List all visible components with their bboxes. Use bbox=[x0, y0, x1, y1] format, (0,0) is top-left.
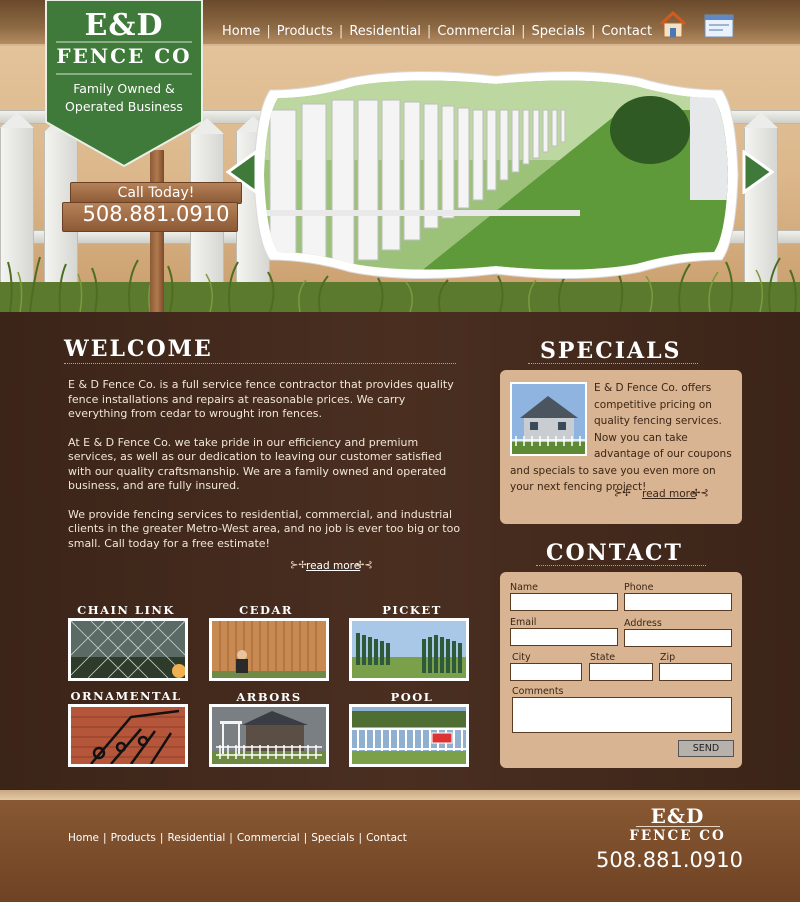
specials-ornament-right-icon: ✢⊰ bbox=[692, 488, 709, 499]
footer-nav-separator: | bbox=[159, 832, 164, 844]
cedar-fence-image bbox=[212, 621, 326, 678]
category-title-chain-link: CHAIN LINK bbox=[77, 603, 175, 617]
comments-textarea[interactable] bbox=[512, 697, 732, 733]
comments-label: Comments bbox=[512, 686, 564, 697]
header-phone-number[interactable]: 508.881.0910 bbox=[70, 202, 242, 226]
nav-separator: | bbox=[266, 24, 271, 39]
logo-tagline: Family Owned & Operated Business bbox=[65, 81, 183, 114]
picket-fence-image bbox=[352, 621, 466, 678]
envelope-icon[interactable] bbox=[704, 14, 734, 38]
footer-phone-number[interactable]: 508.881.0910 bbox=[596, 848, 743, 872]
footer-nav-separator: | bbox=[103, 832, 107, 844]
call-today-label: Call Today! bbox=[117, 185, 195, 201]
ornament-left-icon: ⊱✢ bbox=[290, 560, 307, 571]
footer-nav-commercial[interactable]: Commercial bbox=[237, 832, 300, 844]
category-title-arbors: ARBORS bbox=[236, 690, 302, 704]
nav-separator: | bbox=[426, 24, 432, 39]
slider-next-arrow-icon[interactable] bbox=[740, 150, 774, 194]
nav-specials[interactable]: Specials bbox=[531, 24, 585, 39]
phone-label: Phone bbox=[624, 582, 654, 593]
state-input[interactable] bbox=[589, 663, 653, 681]
footer-logo-divider bbox=[636, 826, 720, 827]
welcome-paragraph-2: At E & D Fence Co. we take pride in our … bbox=[68, 435, 447, 493]
hero-header: Call Today! 508.881.0910 E&D FENCE CO Fa… bbox=[0, 0, 800, 312]
address-label: Address bbox=[624, 618, 662, 629]
welcome-body: E & D Fence Co. is a full service fence … bbox=[68, 378, 468, 565]
chain-link-image bbox=[71, 621, 185, 678]
name-input[interactable] bbox=[510, 593, 618, 611]
arbor-image bbox=[212, 707, 326, 764]
footer-nav-home[interactable]: Home bbox=[68, 832, 99, 844]
footer-logo-line-1: E&D bbox=[650, 804, 705, 828]
category-thumb-pool[interactable] bbox=[349, 704, 469, 767]
specials-heading: SPECIALS bbox=[540, 338, 682, 364]
nav-separator: | bbox=[591, 24, 596, 39]
footer-nav-separator: | bbox=[229, 832, 233, 844]
ornamental-fence-image bbox=[71, 707, 185, 764]
footer-nav-specials[interactable]: Specials bbox=[311, 832, 354, 844]
nav-home[interactable]: Home bbox=[222, 24, 260, 39]
specials-divider bbox=[528, 363, 698, 364]
call-today-sign: Call Today! 508.881.0910 bbox=[60, 150, 242, 312]
category-title-pool: POOL bbox=[390, 690, 434, 704]
logo-badge[interactable]: E&D FENCE CO Family Owned & Operated Bus… bbox=[44, 0, 204, 168]
welcome-paragraph-1: E & D Fence Co. is a full service fence … bbox=[68, 378, 454, 420]
logo-line-2: FENCE CO bbox=[56, 44, 192, 68]
nav-residential[interactable]: Residential bbox=[349, 24, 421, 39]
city-input[interactable] bbox=[510, 663, 582, 681]
ornament-right-icon: ✢⊰ bbox=[356, 560, 373, 571]
house-icon[interactable] bbox=[658, 10, 688, 40]
welcome-divider bbox=[64, 363, 456, 364]
contact-heading: CONTACT bbox=[546, 540, 683, 566]
nav-products[interactable]: Products bbox=[277, 24, 333, 39]
category-thumb-ornamental[interactable] bbox=[68, 704, 188, 767]
footer-nav-contact[interactable]: Contact bbox=[366, 832, 407, 844]
footer-logo-line-2: FENCE CO bbox=[629, 828, 726, 844]
category-thumb-arbors[interactable] bbox=[209, 704, 329, 767]
main-content: WELCOME E & D Fence Co. is a full servic… bbox=[0, 312, 800, 790]
welcome-paragraph-3: We provide fencing services to residenti… bbox=[68, 507, 461, 550]
specials-ornament-left-icon: ⊱✢ bbox=[614, 488, 631, 499]
welcome-heading: WELCOME bbox=[64, 336, 213, 362]
category-thumb-chain-link[interactable] bbox=[68, 618, 188, 681]
state-label: State bbox=[590, 652, 616, 663]
specials-read-more-link[interactable]: read more bbox=[642, 488, 696, 500]
email-input[interactable] bbox=[510, 628, 618, 646]
email-label: Email bbox=[510, 617, 537, 628]
address-input[interactable] bbox=[624, 629, 732, 647]
category-thumb-cedar[interactable] bbox=[209, 618, 329, 681]
city-label: City bbox=[512, 652, 531, 663]
nav-separator: | bbox=[521, 24, 526, 39]
footer-top-band bbox=[0, 790, 800, 800]
text-indent bbox=[510, 380, 594, 460]
logo-line-1: E&D bbox=[84, 8, 164, 43]
footer-nav: Home | Products | Residential | Commercial | Spe… bbox=[68, 832, 407, 844]
hero-photo-frame bbox=[253, 70, 739, 280]
main-nav: Home | Products | Residential | Commercial | Spe… bbox=[222, 24, 652, 39]
name-label: Name bbox=[510, 582, 539, 593]
zip-input[interactable] bbox=[659, 663, 732, 681]
specials-text: E & D Fence Co. offers competitive prici… bbox=[510, 380, 735, 496]
contact-form: Name Phone Email Address City State Zip … bbox=[500, 572, 742, 768]
zip-label: Zip bbox=[660, 652, 676, 663]
footer: Home | Products | Residential | Commercial | Spe… bbox=[0, 790, 800, 902]
category-title-picket: PICKET bbox=[382, 603, 442, 617]
nav-commercial[interactable]: Commercial bbox=[437, 24, 515, 39]
nav-contact[interactable]: Contact bbox=[601, 24, 652, 39]
footer-nav-separator: | bbox=[303, 832, 308, 844]
specials-panel: E & D Fence Co. offers competitive prici… bbox=[500, 370, 742, 524]
footer-nav-products[interactable]: Products bbox=[111, 832, 156, 844]
footer-nav-residential[interactable]: Residential bbox=[167, 832, 225, 844]
category-thumb-picket[interactable] bbox=[349, 618, 469, 681]
category-title-cedar: CEDAR bbox=[239, 603, 293, 617]
category-title-ornamental: ORNAMENTAL bbox=[70, 689, 182, 703]
send-button[interactable]: SEND bbox=[678, 740, 734, 757]
welcome-read-more-link[interactable]: read more bbox=[306, 560, 360, 572]
phone-input[interactable] bbox=[624, 593, 732, 611]
footer-nav-separator: | bbox=[358, 832, 363, 844]
contact-divider bbox=[536, 565, 706, 566]
nav-separator: | bbox=[338, 24, 344, 39]
pool-fence-image bbox=[352, 707, 466, 764]
